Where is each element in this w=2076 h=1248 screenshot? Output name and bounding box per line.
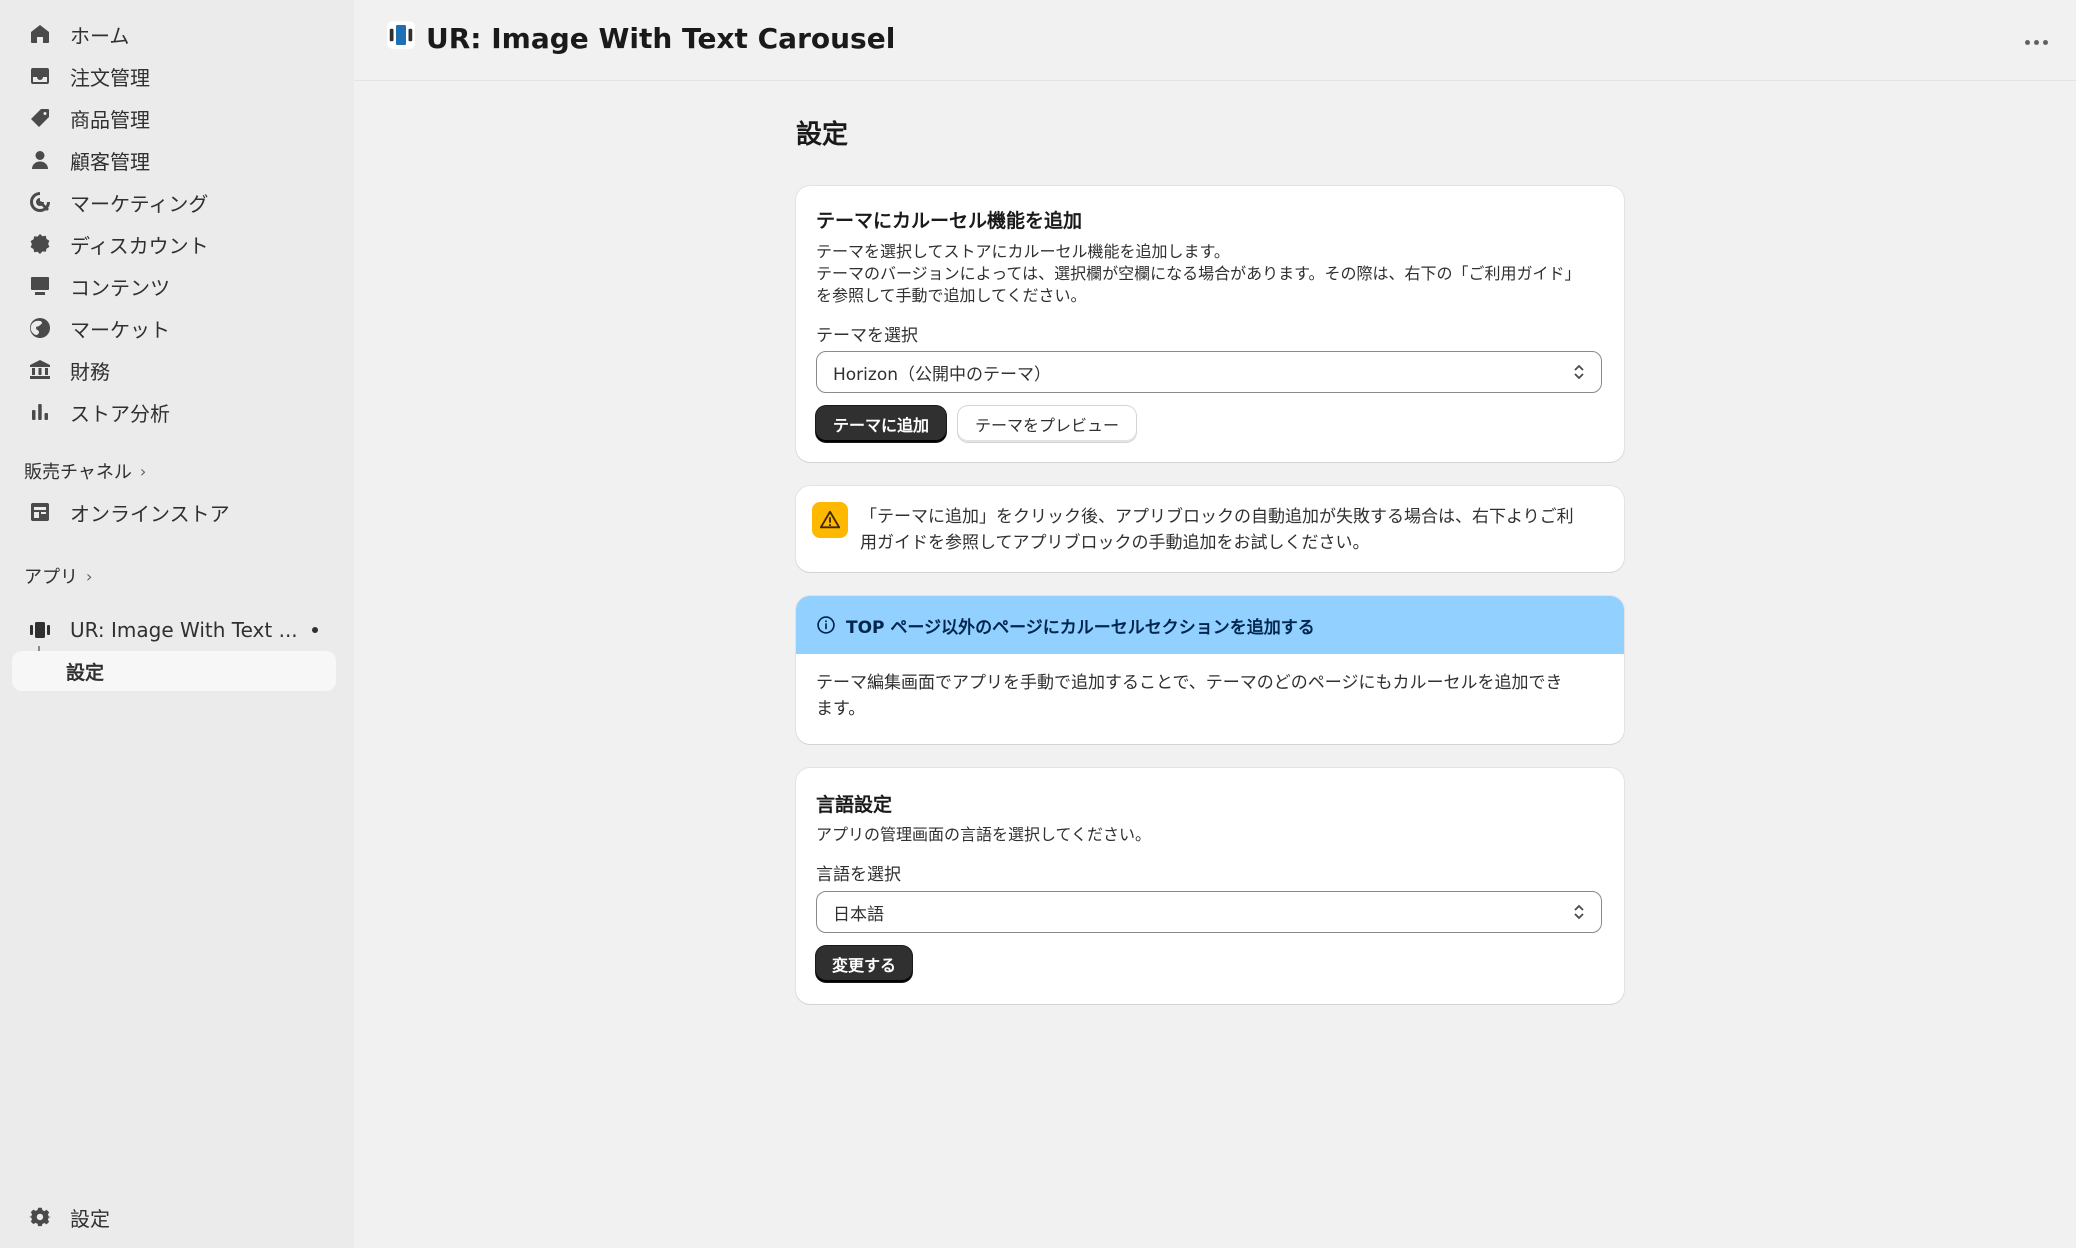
sidebar-item-analytics[interactable]: ストア分析 xyxy=(12,392,336,432)
analytics-icon xyxy=(26,398,54,426)
theme-select-label: テーマを選択 xyxy=(816,326,918,346)
globe-icon xyxy=(26,314,54,342)
sidebar-item-products[interactable]: 商品管理 xyxy=(12,98,336,138)
sidebar-item-label: オンラインストア xyxy=(70,501,230,526)
app-header: UR: Image With Text Carousel xyxy=(354,0,2076,81)
sidebar-item-label: UR: Image With Text ... xyxy=(70,618,298,642)
sidebar-item-label: ディスカウント xyxy=(70,233,209,258)
info-text: テーマ編集画面でアプリを手動で追加することで、テーマのどのページにもカルーセルを… xyxy=(816,673,1563,719)
sidebar-item-label: ストア分析 xyxy=(70,401,170,426)
sidebar-item-marketing[interactable]: マーケティング xyxy=(12,182,336,222)
carousel-app-icon xyxy=(26,616,54,644)
sidebar-item-label: 設定 xyxy=(70,1206,110,1231)
card-title: 言語設定 xyxy=(816,794,893,816)
person-icon xyxy=(26,146,54,174)
apps-header[interactable]: アプリ › xyxy=(24,563,92,589)
preview-theme-button[interactable]: テーマをプレビュー xyxy=(958,406,1136,442)
sales-channels-header[interactable]: 販売チャネル › xyxy=(24,458,146,484)
dot-icon xyxy=(2033,39,2039,45)
language-select[interactable]: 日本語 xyxy=(816,891,1602,933)
app-pin-dot xyxy=(312,627,318,633)
sidebar-item-customers[interactable]: 顧客管理 xyxy=(12,140,336,180)
card-description: アプリの管理画面の言語を選択してください。 xyxy=(816,825,1152,844)
select-arrows-icon xyxy=(1574,904,1584,920)
language-select-label: 言語を選択 xyxy=(816,865,901,885)
sidebar-item-online-store[interactable]: オンラインストア xyxy=(12,492,336,532)
sidebar-item-app[interactable]: UR: Image With Text ... xyxy=(12,610,336,650)
dot-icon xyxy=(2024,39,2030,45)
sidebar-item-orders[interactable]: 注文管理 xyxy=(12,56,336,96)
warning-card: 「テーマに追加」をクリック後、アプリブロックの自動追加が失敗する場合は、右下より… xyxy=(796,486,1624,572)
chevron-right-icon: › xyxy=(139,461,147,481)
add-to-theme-button[interactable]: テーマに追加 xyxy=(816,406,946,442)
carousel-app-icon xyxy=(386,20,416,57)
theme-select[interactable]: Horizon（公開中のテーマ） xyxy=(816,351,1602,393)
sidebar-item-content[interactable]: コンテンツ xyxy=(12,266,336,306)
content-icon xyxy=(26,272,54,300)
sidebar-item-label: 注文管理 xyxy=(70,65,150,90)
sidebar-item-discounts[interactable]: ディスカウント xyxy=(12,224,336,264)
sidebar-item-finance[interactable]: 財務 xyxy=(12,350,336,390)
warning-text: 「テーマに追加」をクリック後、アプリブロックの自動追加が失敗する場合は、右下より… xyxy=(860,507,1574,553)
bank-icon xyxy=(26,356,54,384)
tag-icon xyxy=(26,104,54,132)
target-icon xyxy=(26,188,54,216)
info-icon xyxy=(816,615,836,635)
language-card: 言語設定 アプリの管理画面の言語を選択してください。 言語を選択 日本語 変更す… xyxy=(796,768,1624,1004)
sidebar-subitem-settings[interactable]: 設定 xyxy=(12,651,336,691)
app-title: UR: Image With Text Carousel xyxy=(386,20,895,57)
more-actions-button[interactable] xyxy=(2016,22,2056,62)
sidebar-item-settings[interactable]: 設定 xyxy=(12,1197,336,1237)
sidebar-item-label: 商品管理 xyxy=(70,107,150,132)
dot-icon xyxy=(2042,39,2048,45)
sidebar-item-label: ホーム xyxy=(70,23,130,48)
change-language-button[interactable]: 変更する xyxy=(816,946,912,982)
info-card: TOP ページ以外のページにカルーセルセクションを追加する テーマ編集画面でアプ… xyxy=(796,596,1624,744)
gear-icon xyxy=(26,1203,54,1231)
home-icon xyxy=(26,20,54,48)
page-title: 設定 xyxy=(796,120,849,150)
sidebar-item-home[interactable]: ホーム xyxy=(12,14,336,54)
chevron-right-icon: › xyxy=(86,566,93,586)
store-icon xyxy=(26,498,54,526)
sidebar-item-markets[interactable]: マーケット xyxy=(12,308,336,348)
discount-icon xyxy=(26,230,54,258)
sidebar-item-label: 財務 xyxy=(70,359,110,384)
card-title: テーマにカルーセル機能を追加 xyxy=(816,210,1083,232)
inbox-icon xyxy=(26,62,54,90)
sidebar-item-label: コンテンツ xyxy=(70,275,170,300)
info-banner: TOP ページ以外のページにカルーセルセクションを追加する xyxy=(796,596,1624,654)
info-title: TOP ページ以外のページにカルーセルセクションを追加する xyxy=(846,617,1315,638)
sidebar-item-label: 設定 xyxy=(66,661,105,684)
card-description: テーマを選択してストアにカルーセル機能を追加します。 テーマのバージョンによって… xyxy=(816,242,1581,305)
sidebar-item-label: マーケティング xyxy=(70,191,209,216)
select-arrows-icon xyxy=(1574,364,1584,380)
warning-icon xyxy=(812,502,848,538)
sidebar-item-label: 顧客管理 xyxy=(70,149,150,174)
theme-card: テーマにカルーセル機能を追加 テーマを選択してストアにカルーセル機能を追加します… xyxy=(796,186,1624,462)
sidebar: ホーム 注文管理 商品管理 顧客管理 マーケティング ディスカウント コンテンツ… xyxy=(0,0,354,1248)
sidebar-item-label: マーケット xyxy=(70,317,170,342)
